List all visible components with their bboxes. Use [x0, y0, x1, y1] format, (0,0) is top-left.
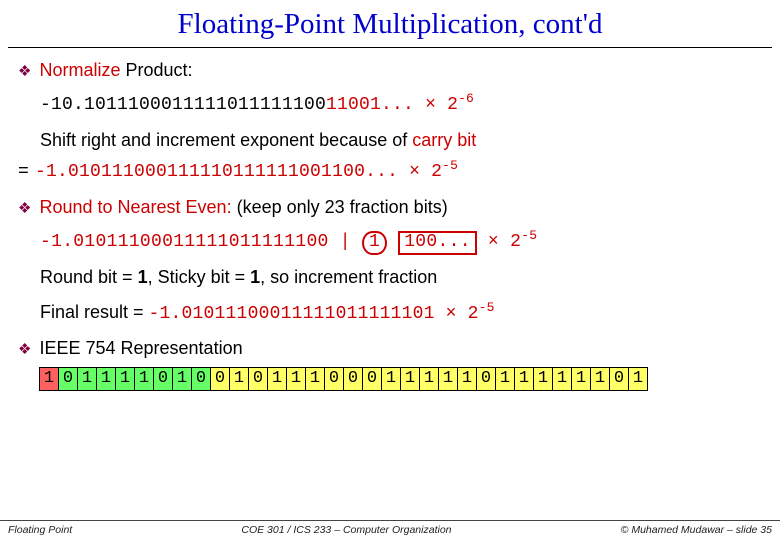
ieee-bit: 1: [381, 367, 401, 391]
diamond-icon: ❖: [18, 197, 31, 221]
ieee-bit: 1: [96, 367, 116, 391]
ieee-bit: 1: [438, 367, 458, 391]
ieee-bit: 0: [324, 367, 344, 391]
ieee-bit: 1: [552, 367, 572, 391]
round-sticky-note: Round bit = 1, Sticky bit = 1, so increm…: [40, 263, 762, 292]
ieee-bit: 0: [362, 367, 382, 391]
bullet-round: ❖ Round to Nearest Even: (keep only 23 f…: [18, 193, 762, 222]
ieee-bit: 0: [191, 367, 211, 391]
ieee-bit: 0: [58, 367, 78, 391]
round-title: Round to Nearest Even:: [39, 197, 231, 217]
ieee-bit: 0: [343, 367, 363, 391]
ieee-bit: 1: [457, 367, 477, 391]
ieee-bit: 1: [286, 367, 306, 391]
round-bit-circle: 1: [362, 231, 387, 255]
slide-content: ❖ Normalize Product: -10.101110001111101…: [0, 56, 780, 391]
ieee-bit: 1: [495, 367, 515, 391]
diamond-icon: ❖: [18, 338, 31, 362]
diamond-icon: ❖: [18, 60, 31, 84]
ieee-bit: 1: [172, 367, 192, 391]
ieee-bit: 1: [514, 367, 534, 391]
ieee-bit: 1: [134, 367, 154, 391]
product-expression-1: -10.101110001111101111110011001... × 2-6: [40, 89, 762, 120]
ieee-bit: 1: [571, 367, 591, 391]
ieee-bit: 1: [400, 367, 420, 391]
ieee-bit: 1: [115, 367, 135, 391]
ieee-bit: 0: [609, 367, 629, 391]
bullet-ieee: ❖ IEEE 754 Representation: [18, 334, 762, 363]
rounding-expression: -1.01011100011111011111100 | 1 100... × …: [40, 226, 762, 257]
footer-right: © Muhamed Mudawar – slide 35: [621, 524, 772, 536]
slide-footer: Floating Point COE 301 / ICS 233 – Compu…: [0, 520, 780, 540]
ieee-bit: 1: [77, 367, 97, 391]
shift-note: Shift right and increment exponent becau…: [40, 126, 762, 155]
final-result: Final result = -1.0101110001111101111110…: [40, 298, 762, 329]
ieee-bit: 1: [590, 367, 610, 391]
sticky-bits-box: 100...: [398, 231, 477, 255]
ieee-bit: 1: [39, 367, 59, 391]
ieee-bit: 0: [153, 367, 173, 391]
footer-mid: COE 301 / ICS 233 – Computer Organizatio…: [241, 524, 451, 536]
ieee-bit: 1: [305, 367, 325, 391]
ieee-bit: 1: [267, 367, 287, 391]
slide-title: Floating-Point Multiplication, cont'd: [8, 0, 772, 48]
ieee-bit: 0: [248, 367, 268, 391]
ieee-bit: 1: [628, 367, 648, 391]
ieee-754-bits: 10111101001011100011111011111101: [40, 367, 762, 391]
product-expression-2: = -1.010111000111110111111001100... × 2-…: [18, 156, 762, 187]
ieee-bit: 1: [419, 367, 439, 391]
ieee-bit: 0: [476, 367, 496, 391]
normalize-word: Normalize: [39, 60, 125, 80]
bullet-normalize: ❖ Normalize Product:: [18, 56, 762, 85]
ieee-bit: 1: [229, 367, 249, 391]
ieee-bit: 0: [210, 367, 230, 391]
ieee-bit: 1: [533, 367, 553, 391]
product-word: Product:: [125, 60, 192, 80]
footer-left: Floating Point: [8, 524, 72, 536]
